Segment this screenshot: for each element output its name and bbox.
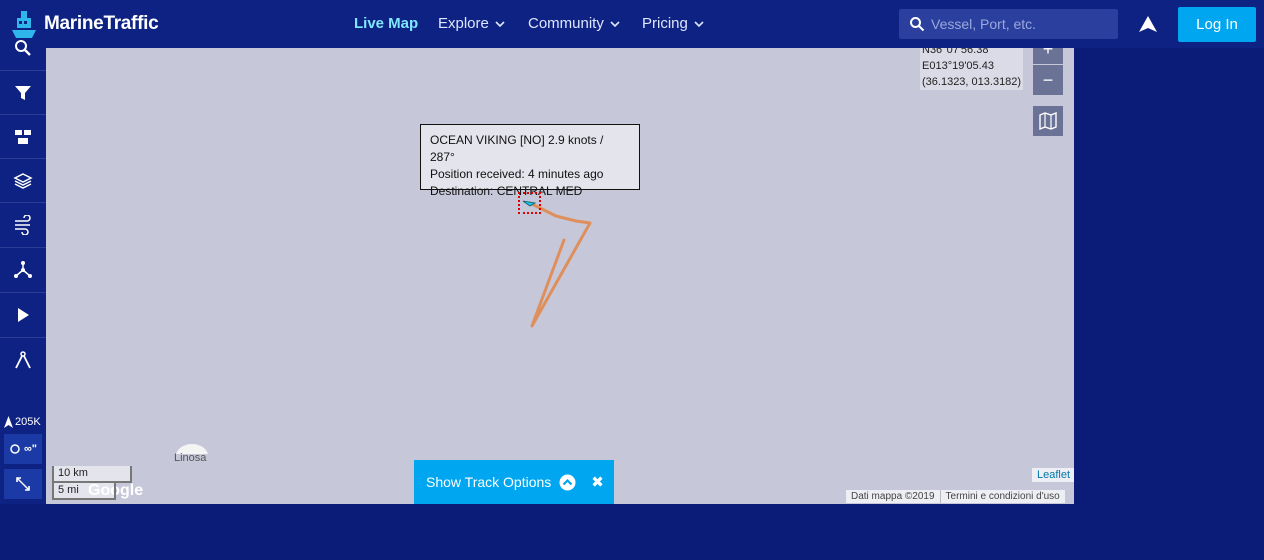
search-box [899, 9, 1118, 39]
sidebar-measure-button[interactable] [0, 337, 46, 381]
zoom-out-button[interactable]: − [1033, 65, 1063, 95]
map-scale: 10 km 5 mi [52, 466, 132, 500]
chevron-down-icon [495, 21, 505, 28]
coord-lat: N36°07'56.38 [920, 48, 1024, 58]
chevron-down-icon [610, 21, 620, 28]
map-type-button[interactable] [1033, 106, 1063, 136]
wind-icon [15, 214, 31, 235]
vessel-track [528, 201, 592, 328]
refresh-toggle-label: ∞" [23, 443, 38, 455]
nav-explore[interactable]: Explore [438, 0, 505, 48]
nav-explore-label: Explore [438, 15, 489, 32]
tooltip-position-time: Position received: 4 minutes ago [430, 167, 604, 181]
sidebar-play-button[interactable] [0, 292, 46, 336]
attribution-data: Dati mappa ©2019 [846, 490, 941, 503]
search-icon[interactable] [909, 16, 925, 32]
play-icon [18, 307, 29, 322]
nav-pricing[interactable]: Pricing [642, 0, 704, 48]
scale-km: 10 km [52, 466, 132, 483]
nav-community-label: Community [528, 15, 604, 32]
filter-icon [15, 85, 31, 100]
search-icon [15, 40, 31, 56]
close-icon[interactable]: ✖ [591, 473, 604, 491]
sidebar-weather-button[interactable] [0, 202, 46, 246]
tooltip-vessel-info: OCEAN VIKING [NO] 2.9 knots / 287° [430, 133, 604, 164]
vessel-count-label: 205K [15, 416, 41, 428]
sidebar-route-button[interactable] [0, 247, 46, 291]
refresh-toggle[interactable]: ∞" [4, 434, 42, 464]
nav-live-map-label: Live Map [354, 15, 419, 32]
sidebar-search-button[interactable] [0, 26, 46, 70]
sidebar-layers-button[interactable] [0, 158, 46, 202]
island-label: Linosa [174, 452, 207, 464]
sidebar-fleet-button[interactable] [0, 114, 46, 158]
map-icon [1039, 112, 1057, 130]
search-input[interactable] [931, 16, 1101, 32]
scale-mi: 5 mi [52, 483, 116, 500]
cursor-coordinates: N36°07'56.38 E013°19'05.43 (36.1323, 013… [920, 48, 1024, 90]
brand-name: MarineTraffic [44, 13, 159, 34]
nav-community[interactable]: Community [528, 0, 620, 48]
sidebar-filter-button[interactable] [0, 70, 46, 114]
show-track-options-bar[interactable]: Show Track Options ✖ [414, 460, 614, 504]
ship-count-icon [4, 416, 13, 428]
chevron-down-icon [694, 21, 704, 28]
login-button[interactable]: Log In [1178, 7, 1256, 42]
left-toolbar: 205K ∞" [0, 40, 46, 504]
fullscreen-button[interactable] [4, 469, 42, 499]
attribution-terms-link[interactable]: Termini e condizioni d'uso [941, 490, 1065, 503]
refresh-icon [10, 444, 20, 454]
fleet-icon [15, 129, 31, 144]
coord-decimal: (36.1323, 013.3182) [920, 74, 1024, 90]
top-navigation: MarineTraffic Live Map Explore Community… [0, 0, 1264, 48]
chevron-up-circle-icon[interactable] [559, 474, 576, 491]
track-options-label: Show Track Options [426, 474, 552, 490]
map-attribution: Dati mappa ©2019 Termini e condizioni d'… [846, 490, 1065, 503]
fullscreen-icon [16, 477, 30, 491]
compass-measure-icon [15, 350, 31, 368]
route-nodes-icon [14, 260, 32, 278]
vessel-icon [522, 200, 537, 207]
zoom-in-button[interactable]: + [1033, 48, 1063, 64]
vessel-tooltip: OCEAN VIKING [NO] 2.9 knots / 287° Posit… [420, 124, 640, 198]
vessel-count: 205K [4, 416, 41, 428]
selected-vessel-marker[interactable] [518, 192, 541, 214]
layers-icon [13, 172, 33, 189]
coord-lon: E013°19'05.43 [920, 58, 1024, 74]
nav-pricing-label: Pricing [642, 15, 688, 32]
ship-bow-icon[interactable] [1136, 12, 1160, 36]
nav-live-map[interactable]: Live Map [354, 0, 418, 48]
live-map[interactable]: N36°07'56.38 E013°19'05.43 (36.1323, 013… [46, 48, 1074, 504]
leaflet-link[interactable]: Leaflet [1032, 468, 1074, 482]
